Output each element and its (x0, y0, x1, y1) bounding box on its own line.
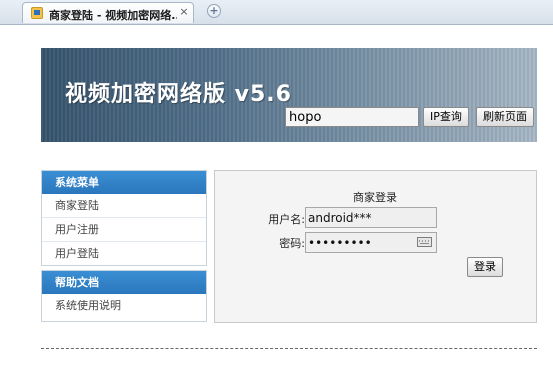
refresh-page-button[interactable]: 刷新页面 (476, 107, 534, 127)
ip-input[interactable] (285, 107, 419, 127)
password-label: 密码: (279, 237, 305, 250)
help-docs-header: 帮助文档 (42, 271, 206, 294)
header-banner: 视频加密网络版 v5.6 IP查询 刷新页面 (41, 48, 537, 142)
sidebar-item-user-guide[interactable]: 系统使用说明 (42, 294, 206, 317)
system-menu-header: 系统菜单 (42, 171, 206, 194)
browser-tab[interactable]: 商家登陆 - 视频加密网络... × (22, 2, 194, 23)
page-favicon-icon (31, 7, 43, 19)
sidebar-item-merchant-login[interactable]: 商家登陆 (42, 194, 206, 218)
help-docs-menu: 帮助文档 系统使用说明 (41, 270, 207, 322)
system-menu: 系统菜单 商家登陆 用户注册 用户登陆 (41, 170, 207, 266)
tab-title: 商家登陆 - 视频加密网络... (49, 9, 177, 22)
username-label: 用户名: (268, 213, 305, 226)
sidebar-item-user-login[interactable]: 用户登陆 (42, 242, 206, 265)
browser-tab-strip: 商家登陆 - 视频加密网络... × + (0, 0, 553, 25)
virtual-keyboard-icon[interactable] (417, 237, 432, 247)
new-tab-icon[interactable]: + (207, 4, 221, 18)
merchant-login-panel: 商家登录 用户名: 密码: 登录 (214, 170, 537, 323)
content-area-divider (41, 348, 537, 368)
close-tab-icon[interactable]: × (178, 6, 190, 18)
login-button[interactable]: 登录 (467, 257, 503, 277)
username-field[interactable] (305, 207, 437, 228)
sidebar-item-user-register[interactable]: 用户注册 (42, 218, 206, 242)
ip-query-button[interactable]: IP查询 (423, 107, 469, 127)
login-title: 商家登录 (353, 191, 397, 204)
page-title: 视频加密网络版 v5.6 (65, 82, 292, 107)
